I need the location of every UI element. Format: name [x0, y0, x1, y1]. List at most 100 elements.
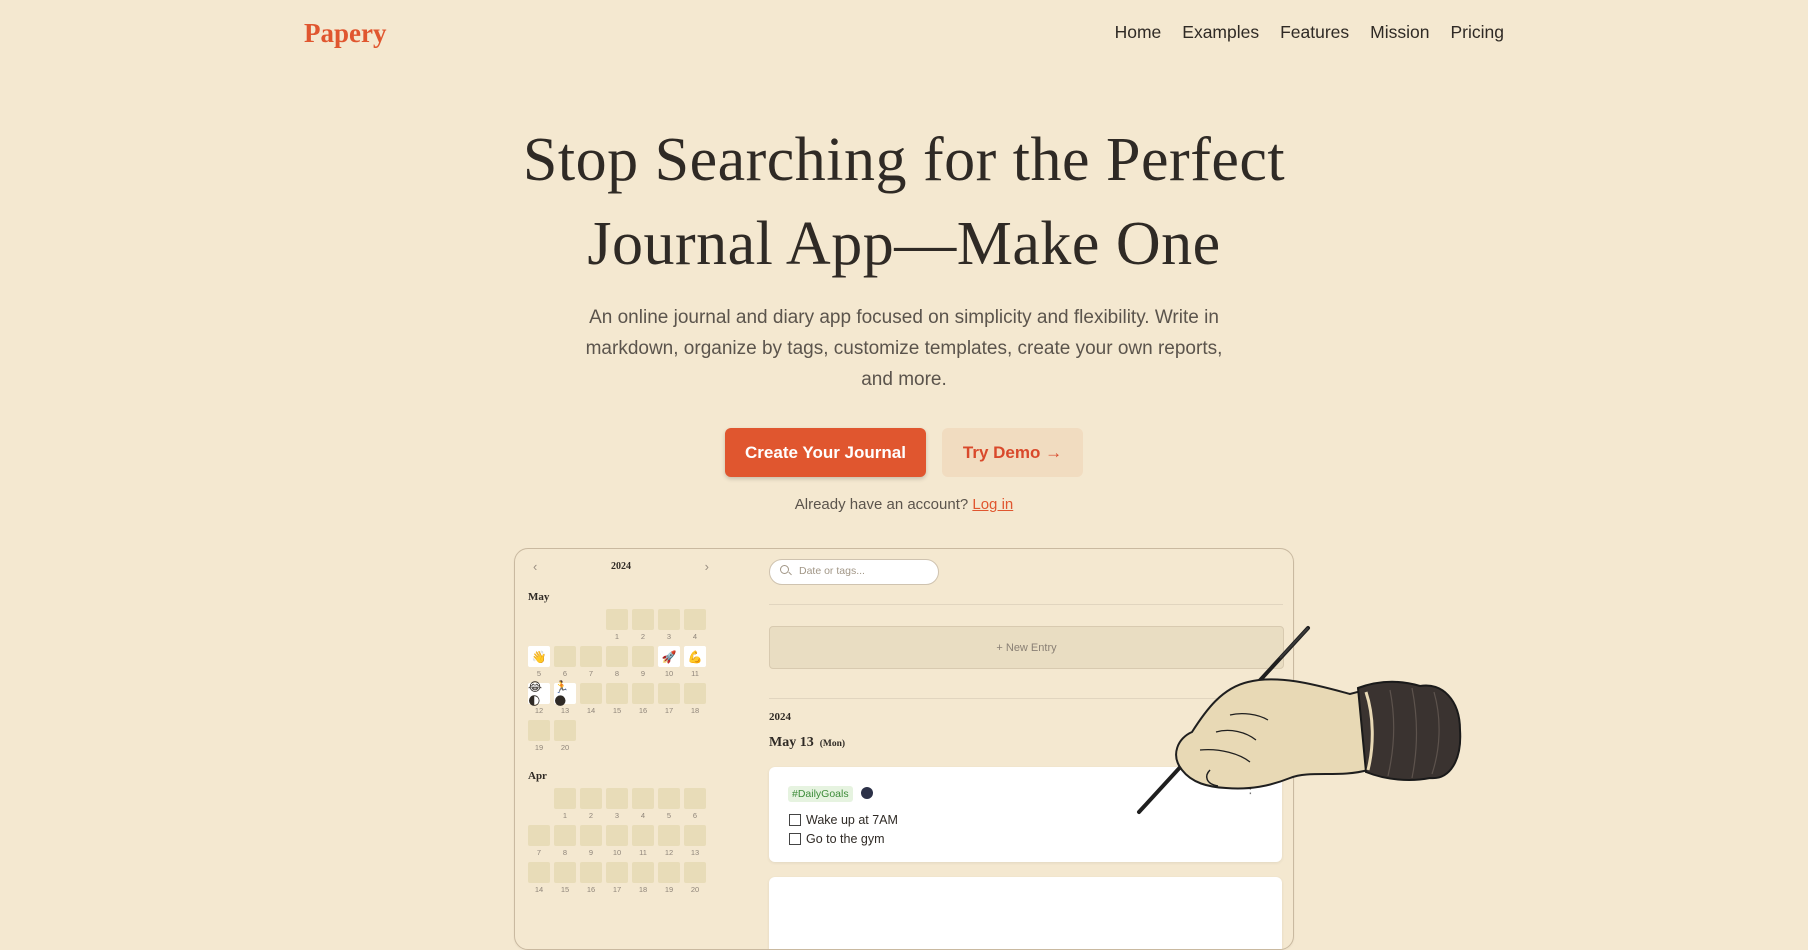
calendar-month-label: May	[528, 591, 550, 603]
search-icon	[780, 565, 789, 574]
calendar-day-number: 5	[666, 811, 672, 820]
calendar-day[interactable]	[684, 862, 706, 883]
calendar-day[interactable]	[606, 646, 628, 667]
entries-year: 2024	[769, 711, 791, 723]
calendar-day[interactable]	[554, 825, 576, 846]
journal-entry-card[interactable]	[769, 877, 1282, 949]
calendar-day[interactable]	[632, 825, 654, 846]
calendar-day-number: 7	[536, 848, 542, 857]
calendar-day-number: 16	[586, 885, 596, 894]
calendar-day[interactable]	[554, 720, 576, 741]
calendar-day-number: 5	[536, 669, 542, 678]
calendar-day[interactable]: 🏃🌑	[554, 680, 576, 708]
calendar-day[interactable]	[632, 862, 654, 883]
calendar-day[interactable]	[684, 788, 706, 809]
calendar-day[interactable]	[554, 862, 576, 883]
calendar-day[interactable]	[606, 825, 628, 846]
todo-label: Wake up at 7AM	[806, 813, 898, 827]
mood-dot-icon	[861, 787, 873, 799]
calendar-day[interactable]	[684, 609, 706, 630]
todo-label: Go to the gym	[806, 832, 885, 846]
nav-pricing[interactable]: Pricing	[1451, 22, 1505, 43]
entry-tag[interactable]: #DailyGoals	[788, 786, 853, 802]
nav-home[interactable]: Home	[1115, 22, 1162, 43]
calendar-day[interactable]: 🚀	[658, 646, 680, 667]
entry-date: May 13 (Mon)	[769, 735, 845, 751]
try-demo-button[interactable]: Try Demo →	[942, 428, 1083, 477]
calendar-day[interactable]	[554, 646, 576, 667]
calendar-day[interactable]	[632, 788, 654, 809]
nav-mission[interactable]: Mission	[1370, 22, 1429, 43]
calendar-day-number: 1	[562, 811, 568, 820]
checkbox[interactable]	[789, 814, 801, 826]
search-input[interactable]: Date or tags...	[769, 559, 939, 585]
calendar-day[interactable]	[528, 720, 550, 741]
calendar-day[interactable]	[606, 683, 628, 704]
top-nav: Home Examples Features Mission Pricing	[1115, 22, 1504, 43]
nav-examples[interactable]: Examples	[1182, 22, 1259, 43]
calendar-day[interactable]	[684, 683, 706, 704]
login-link[interactable]: Log in	[972, 496, 1013, 513]
calendar-day[interactable]	[632, 609, 654, 630]
calendar-day-number: 19	[664, 885, 674, 894]
calendar-day[interactable]	[658, 788, 680, 809]
calendar-day[interactable]: 💪	[684, 646, 706, 667]
calendar-day[interactable]	[658, 825, 680, 846]
calendar-day-number: 7	[588, 669, 594, 678]
calendar-day-number: 10	[612, 848, 622, 857]
chevron-right-icon[interactable]: ›	[705, 559, 709, 574]
calendar-day[interactable]	[528, 825, 550, 846]
calendar-day[interactable]	[684, 825, 706, 846]
nav-features[interactable]: Features	[1280, 22, 1349, 43]
calendar-day-number: 18	[638, 885, 648, 894]
calendar-day-number: 12	[664, 848, 674, 857]
calendar-day[interactable]: 😂🌓	[528, 680, 550, 708]
calendar-day[interactable]	[632, 646, 654, 667]
calendar-header: ‹ 2024 ›	[533, 559, 709, 579]
calendar-day[interactable]	[632, 683, 654, 704]
calendar-day[interactable]	[658, 609, 680, 630]
search-placeholder: Date or tags...	[799, 565, 865, 577]
calendar-day[interactable]	[580, 683, 602, 704]
calendar-day-number: 6	[562, 669, 568, 678]
entry-date-text: May 13	[769, 735, 814, 750]
calendar-day[interactable]	[606, 862, 628, 883]
entry-weekday: (Mon)	[819, 739, 846, 749]
calendar-day-number: 11	[639, 848, 647, 857]
checkbox[interactable]	[789, 833, 801, 845]
calendar-day[interactable]	[528, 862, 550, 883]
calendar-day-number: 15	[560, 885, 570, 894]
calendar-day-number: 3	[666, 632, 672, 641]
calendar-day[interactable]	[554, 788, 576, 809]
calendar-day[interactable]	[606, 788, 628, 809]
hero-title-line-2: Journal App—Make One	[587, 210, 1221, 278]
calendar-day-number: 15	[612, 706, 622, 715]
calendar-day-number: 2	[588, 811, 594, 820]
calendar-year: 2024	[611, 561, 631, 572]
divider	[769, 604, 1283, 605]
calendar-day-number: 9	[640, 669, 646, 678]
calendar-day-number: 14	[534, 885, 544, 894]
calendar-day[interactable]	[658, 862, 680, 883]
calendar-day-number: 14	[586, 706, 596, 715]
calendar-day-number: 6	[692, 811, 698, 820]
calendar-day[interactable]	[658, 683, 680, 704]
calendar-day-number: 20	[560, 743, 570, 752]
calendar-day[interactable]: 👋	[528, 646, 550, 667]
calendar-day[interactable]	[580, 646, 602, 667]
calendar-day-number: 4	[692, 632, 698, 641]
calendar-day-number: 19	[534, 743, 544, 752]
brand-logo[interactable]: Papery	[304, 18, 386, 49]
calendar-day[interactable]	[580, 862, 602, 883]
calendar-day[interactable]	[606, 609, 628, 630]
hero-title-line-1: Stop Searching for the Perfect	[522, 126, 1286, 194]
calendar-day-number: 13	[690, 848, 700, 857]
calendar-day-number: 16	[638, 706, 648, 715]
calendar-day-number: 13	[560, 706, 570, 715]
calendar-day-number: 2	[640, 632, 646, 641]
calendar-day-number: 9	[588, 848, 594, 857]
calendar-day[interactable]	[580, 825, 602, 846]
calendar-day-number: 17	[664, 706, 674, 715]
calendar-day[interactable]	[580, 788, 602, 809]
create-journal-button[interactable]: Create Your Journal	[725, 428, 926, 477]
